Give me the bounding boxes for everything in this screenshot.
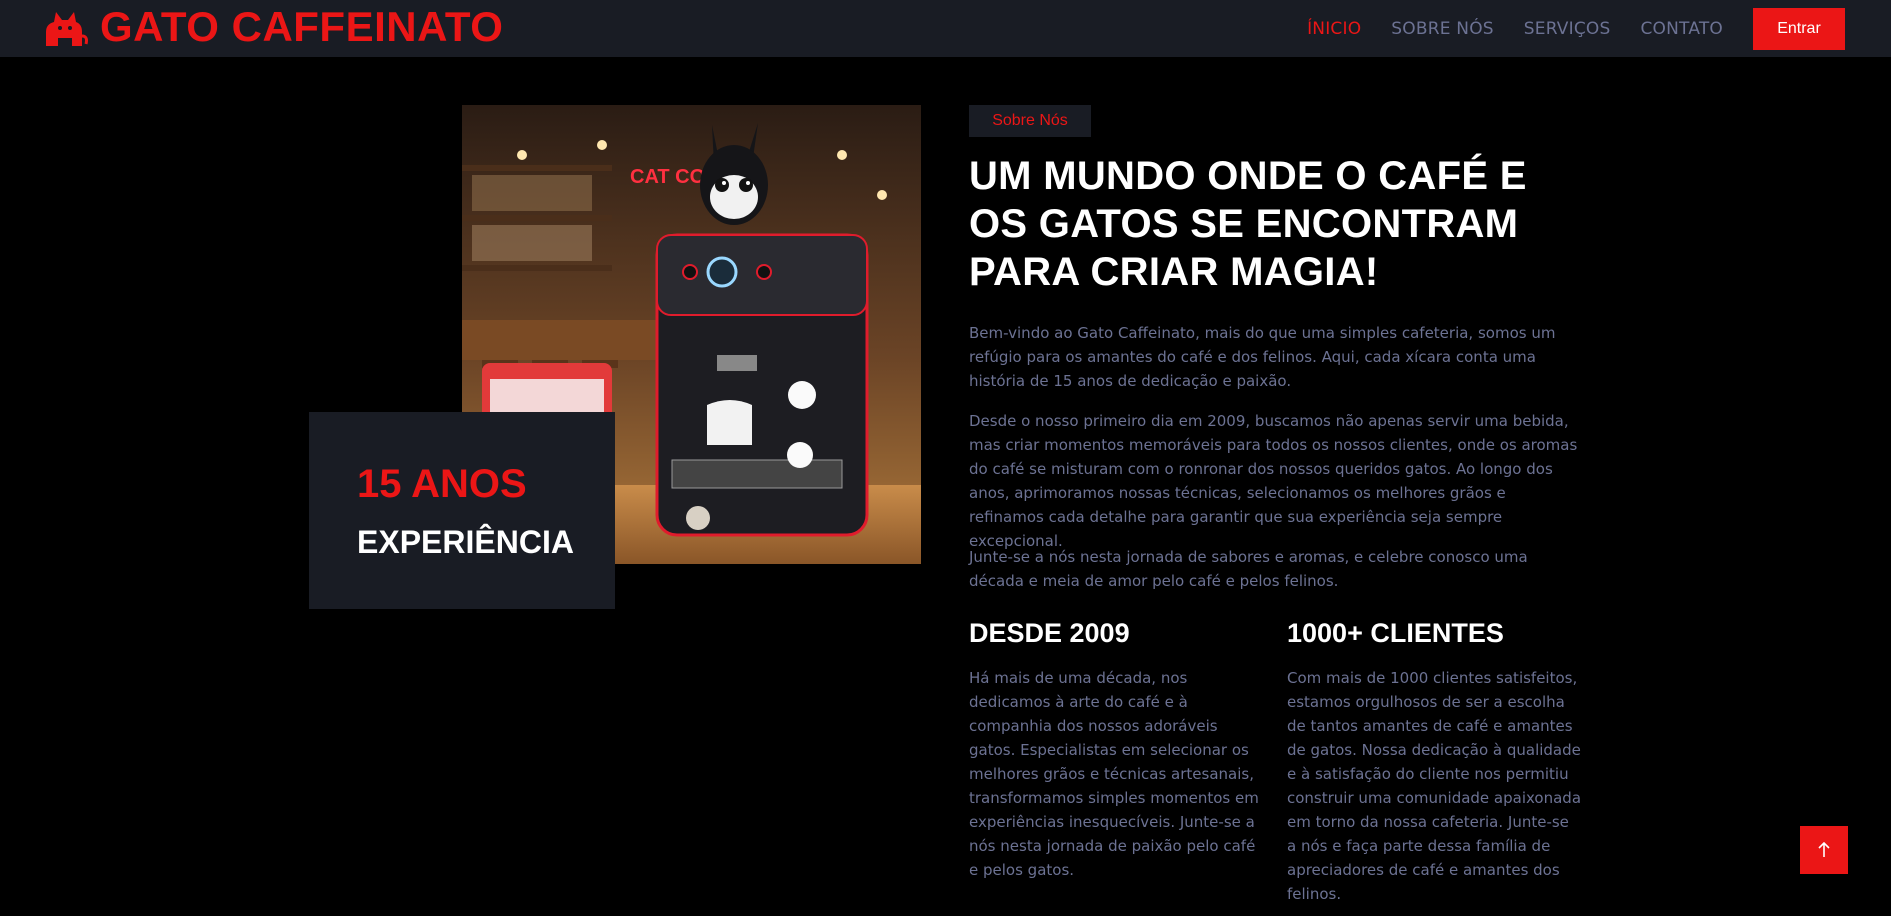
nav-item-servicos[interactable]: SERVIÇOS [1524,19,1611,39]
feature-title-clients: 1000+ CLIENTES [1287,618,1504,648]
feature-text-clients: Com mais de 1000 clientes satisfeitos, e… [1287,669,1582,903]
feature-text-since: Há mais de uma década, nos dedicamos à a… [969,669,1259,879]
login-button[interactable]: Entrar [1753,7,1845,50]
brand-link[interactable]: GATO CAFFEINATO [42,6,503,48]
feature-title-since: DESDE 2009 [969,618,1130,648]
section-tag: Sobre Nós [969,105,1091,137]
experience-label: EXPERIÊNCIA [357,524,574,560]
experience-badge: 15 ANOS EXPERIÊNCIA [309,412,615,609]
arrow-up-icon [1818,842,1830,857]
nav-item-contato[interactable]: CONTATO [1640,19,1723,39]
nav-item-inicio[interactable]: ÍNICIO [1307,19,1361,39]
about-paragraph-2: Desde o nosso primeiro dia em 2009, busc… [969,412,1578,550]
nav-item-sobre-nos[interactable]: SOBRE NÓS [1391,19,1493,39]
experience-years: 15 ANOS [357,462,527,506]
about-headline: UM MUNDO ONDE O CAFÉ E OS GATOS SE ENCON… [969,154,1527,294]
about-paragraph-1: Bem-vindo ao Gato Caffeinato, mais do qu… [969,324,1556,390]
brand-name: GATO CAFFEINATO [100,3,504,50]
nav-menu: ÍNICIO SOBRE NÓS SERVIÇOS CONTATO Entrar [1277,0,1845,57]
back-to-top-button[interactable] [1800,826,1848,874]
about-paragraph-3: Junte-se a nós nesta jornada de sabores … [969,548,1528,590]
navbar: GATO CAFFEINATO ÍNICIO SOBRE NÓS SERVIÇO… [0,0,1891,57]
cat-icon [46,12,88,46]
